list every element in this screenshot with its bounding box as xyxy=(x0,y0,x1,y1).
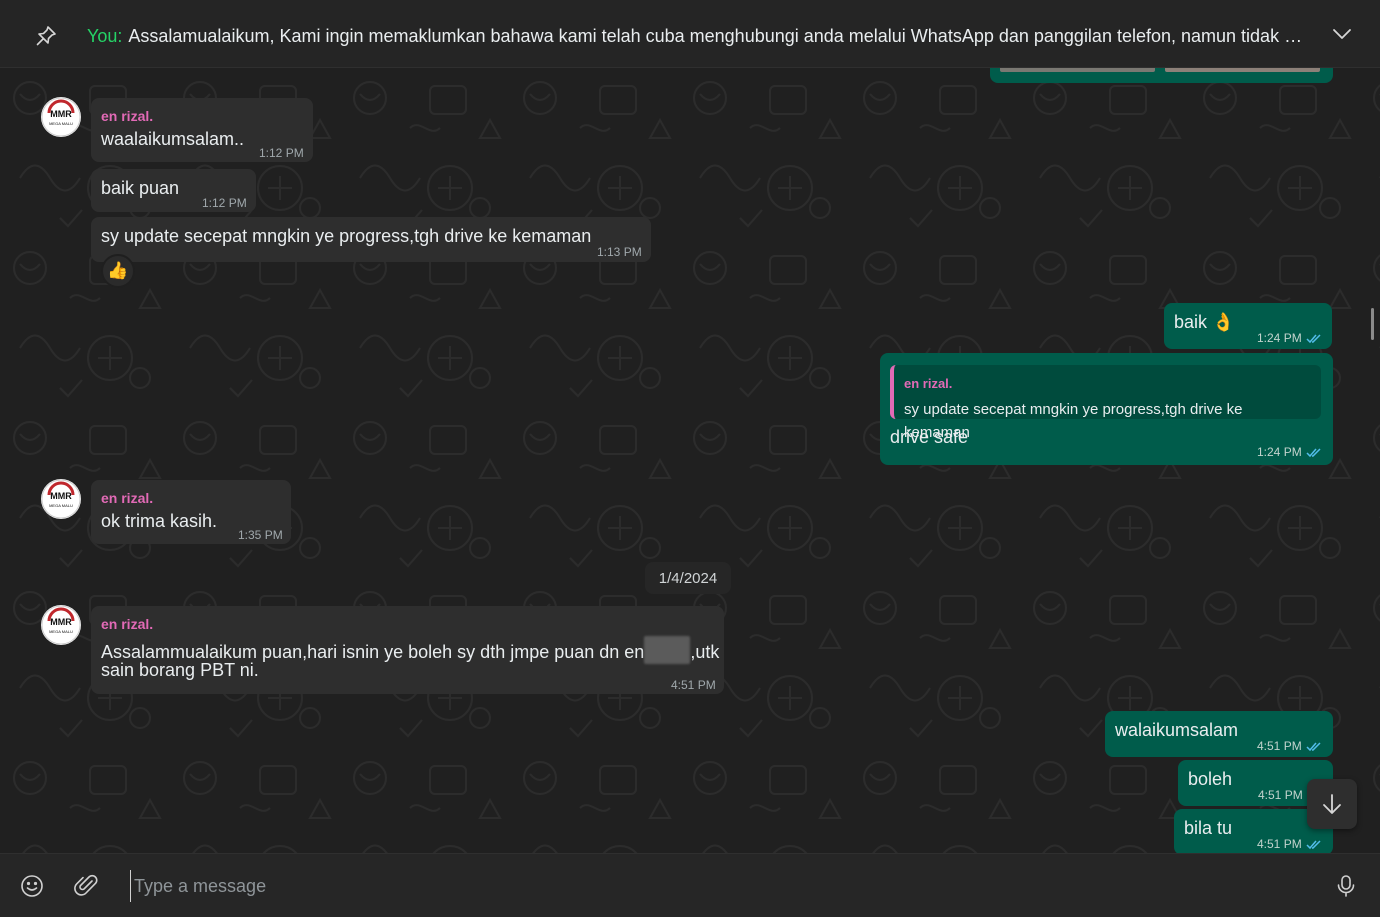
message-text: drive safe xyxy=(890,427,969,447)
message-time: 1:24 PM xyxy=(1257,327,1322,350)
avatar[interactable]: MMR MEGA MALU xyxy=(41,605,81,645)
message-time: 4:51 PM xyxy=(671,678,716,692)
message-time-text: 4:51 PM xyxy=(1258,788,1303,802)
svg-text:MMR: MMR xyxy=(50,617,72,627)
svg-text:MEGA MALU: MEGA MALU xyxy=(49,121,73,126)
message-text: ok trima kasih. xyxy=(101,511,218,531)
outgoing-reply-message[interactable]: en rizal. sy update secepat mngkin ye pr… xyxy=(880,353,1333,465)
message-text: sy update secepat mngkin ye progress,tgh… xyxy=(101,226,592,246)
message-time: 1:12 PM xyxy=(202,196,247,210)
message-text-line2: sain borang PBT ni. xyxy=(101,660,259,680)
incoming-message[interactable]: en rizal. Assalammualaikum puan,hari isn… xyxy=(91,606,724,694)
message-time: 1:12 PM xyxy=(259,146,304,160)
attach-icon[interactable] xyxy=(74,873,100,899)
pinned-message-text: You: Assalamualaikum, Kami ingin memaklum… xyxy=(87,26,1317,47)
message-text: baik puan xyxy=(101,178,180,198)
image-thumbnail xyxy=(1000,68,1155,72)
svg-text:MMR: MMR xyxy=(50,109,72,119)
read-ticks-icon xyxy=(1306,448,1321,457)
message-time: 1:13 PM xyxy=(597,245,642,259)
image-thumbnail xyxy=(1165,68,1320,72)
chat-messages-area[interactable]: MMR MEGA MALU en rizal. waalaikumsalam..… xyxy=(0,68,1380,853)
incoming-message[interactable]: sy update secepat mngkin ye progress,tgh… xyxy=(91,217,651,262)
sender-name: en rizal. xyxy=(101,490,154,506)
pinned-content: Assalamualaikum, Kami ingin memaklumkan … xyxy=(128,26,1317,46)
message-time: 4:51 PM xyxy=(1257,735,1322,758)
svg-text:MEGA MALU: MEGA MALU xyxy=(49,503,73,508)
outgoing-message[interactable]: walaikumsalam 4:51 PM xyxy=(1105,711,1333,757)
message-time: 1:35 PM xyxy=(238,528,283,542)
date-divider: 1/4/2024 xyxy=(645,562,731,594)
svg-text:MMR: MMR xyxy=(50,491,72,501)
image-message-partial[interactable] xyxy=(990,68,1333,83)
message-text: baik 👌 xyxy=(1174,312,1235,332)
message-text: walaikumsalam xyxy=(1115,720,1239,740)
quoted-sender: en rizal. xyxy=(904,376,953,391)
message-time-text: 4:51 PM xyxy=(1257,837,1302,851)
message-text: waalaikumsalam.. xyxy=(101,129,245,149)
chevron-down-icon[interactable] xyxy=(1331,26,1353,42)
incoming-message[interactable]: en rizal. ok trima kasih. 1:35 PM xyxy=(91,480,291,544)
sender-name: en rizal. xyxy=(101,108,154,124)
microphone-icon[interactable] xyxy=(1333,873,1359,899)
pinned-sender: You: xyxy=(87,26,123,46)
message-text: boleh xyxy=(1188,769,1233,789)
avatar[interactable]: MMR MEGA MALU xyxy=(41,97,81,137)
read-ticks-icon xyxy=(1306,334,1321,343)
message-time: 1:24 PM xyxy=(1257,441,1322,464)
message-time-text: 1:24 PM xyxy=(1257,445,1302,459)
incoming-message[interactable]: en rizal. waalaikumsalam.. 1:12 PM xyxy=(91,98,313,162)
avatar[interactable]: MMR MEGA MALU xyxy=(41,479,81,519)
emoji-icon[interactable] xyxy=(19,873,45,899)
sender-name: en rizal. xyxy=(101,616,154,632)
message-text: bila tu xyxy=(1184,818,1233,838)
redacted-name xyxy=(644,636,691,664)
outgoing-message[interactable]: baik 👌 1:24 PM xyxy=(1164,303,1332,349)
svg-text:MEGA MALU: MEGA MALU xyxy=(49,629,73,634)
message-input[interactable] xyxy=(130,870,1290,902)
quoted-message[interactable]: en rizal. sy update secepat mngkin ye pr… xyxy=(890,365,1321,441)
message-time-text: 1:24 PM xyxy=(1257,331,1302,345)
scroll-to-bottom-button[interactable] xyxy=(1307,779,1357,829)
reaction-thumbs-up[interactable]: 👍 xyxy=(101,254,135,288)
incoming-message[interactable]: baik puan 1:12 PM xyxy=(91,169,256,212)
pinned-message-bar[interactable]: You: Assalamualaikum, Kami ingin memaklum… xyxy=(0,0,1380,68)
scrollbar[interactable] xyxy=(1371,308,1374,340)
read-ticks-icon xyxy=(1306,840,1321,849)
message-text-part2: ,utk xyxy=(690,642,720,662)
arrow-down-icon xyxy=(1323,794,1341,814)
pin-icon xyxy=(34,24,58,48)
read-ticks-icon xyxy=(1306,742,1321,751)
message-time-text: 4:51 PM xyxy=(1257,739,1302,753)
message-composer xyxy=(0,853,1380,917)
message-time: 4:51 PM xyxy=(1257,833,1322,853)
